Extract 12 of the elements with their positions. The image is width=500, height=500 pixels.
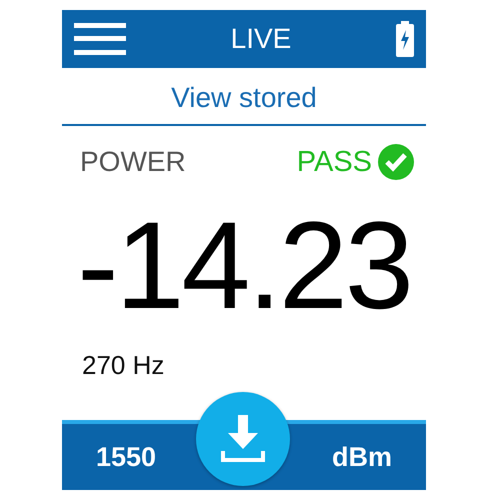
frequency-text: 270 Hz: [82, 350, 166, 382]
screen-title: LIVE: [230, 23, 292, 55]
battery-charging-icon: [396, 21, 414, 57]
wavelength-text: 1550: [96, 442, 156, 472]
view-stored-link[interactable]: View stored: [171, 82, 317, 114]
measurement-label: POWER: [80, 146, 186, 178]
check-icon: [378, 144, 414, 180]
unit-text: dBm: [332, 442, 392, 472]
status-text: PASS: [296, 146, 372, 178]
menu-icon[interactable]: [74, 23, 126, 55]
download-icon: [220, 415, 266, 463]
power-reading: -14.23: [77, 198, 411, 334]
